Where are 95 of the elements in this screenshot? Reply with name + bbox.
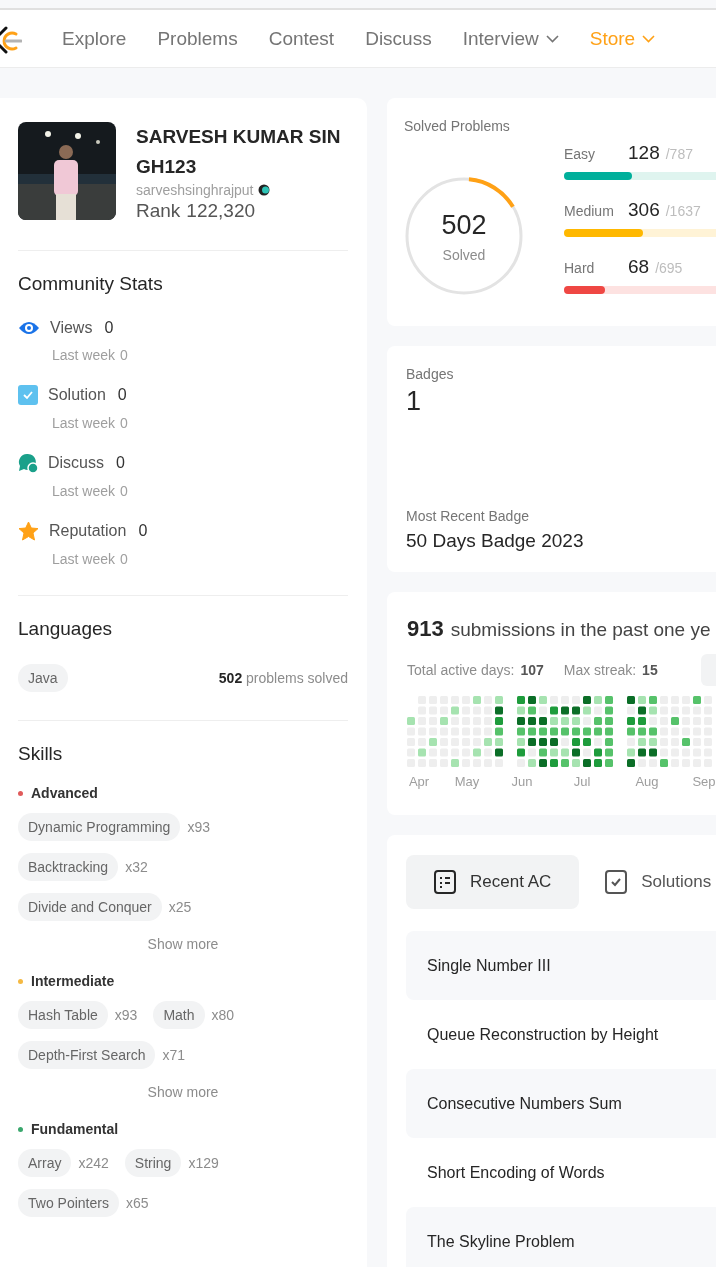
section-title: Community Stats [18,273,164,295]
problem-row[interactable]: Queue Reconstruction by Height [406,1000,716,1069]
skill-tag[interactable]: Array [18,1149,72,1177]
recent-badge-label: Most Recent Badge [406,508,530,524]
submissions-text: submissions in the past one ye [450,619,711,641]
user-name: SARVESH KUMAR SINGH123 [136,125,342,179]
tab[interactable]: Recent AC [406,855,580,909]
eye-icon [18,320,40,336]
nav-link[interactable]: Problems [157,27,238,50]
show-more-link[interactable]: Show more [147,1084,219,1100]
active-days-label: Total active days: [407,662,515,678]
last-week-value: 0 [120,415,128,431]
nav-link[interactable]: Interview [462,27,559,50]
card-title: Solved Problems [404,118,511,134]
problem-row[interactable]: Single Number III [406,931,716,1000]
month-label: Jul [573,774,591,789]
stat-label: Views [50,319,93,337]
checkbox-icon [605,870,628,894]
badge-icon [257,184,270,196]
skill-tag[interactable]: Divide and Conquer [18,893,162,921]
last-week-value: 0 [120,483,128,499]
tag-count: x129 [188,1155,219,1171]
language-tag[interactable]: Java [18,664,68,692]
difficulty-solved: 68 [628,256,650,278]
star-icon [18,521,39,541]
section-title: Languages [18,618,114,640]
skill-tag[interactable]: String [124,1149,182,1177]
tag-count: x93 [114,1007,138,1023]
card-title: Badges [406,366,455,382]
last-week-label: Last week [52,483,116,499]
rank-label: Rank [136,200,181,222]
last-week-value: 0 [120,347,128,363]
skill-level: Advanced [31,785,98,801]
list-icon [434,870,456,894]
last-week-label: Last week [52,551,116,567]
stat-value: 0 [116,454,125,472]
max-streak-value: 15 [642,662,658,678]
difficulty-total: /787 [665,146,693,162]
stat-label: Reputation [49,522,127,540]
tag-count: x80 [211,1007,235,1023]
submission-count: 913 [407,616,444,642]
tag-count: x242 [78,1155,109,1171]
show-more-link[interactable]: Show more [147,936,219,952]
username: sarveshsinghrajput [136,182,254,198]
last-week-label: Last week [52,347,116,363]
stat-label: Discuss [48,454,104,472]
problems-solved-text: 502 problems solved [218,670,348,686]
month-label: Sep [692,774,716,789]
skill-tag[interactable]: Depth-First Search [18,1041,156,1069]
active-days-value: 107 [520,662,544,678]
difficulty-total: /1637 [665,203,701,219]
checkbox-icon [18,385,38,405]
nav-link[interactable]: Discuss [365,27,432,50]
tag-count: x25 [168,899,192,915]
difficulty-total: /695 [655,260,683,276]
chat-bubbles-icon [18,453,38,473]
section-title: Skills [18,743,64,765]
difficulty-solved: 306 [628,199,660,221]
stat-value: 0 [117,386,127,404]
skill-tag[interactable]: Backtracking [18,853,119,881]
badge-name: 50 Days Badge 2023 [406,530,585,552]
last-week-label: Last week [52,415,116,431]
stat-value: 0 [138,522,148,540]
month-label: Jun [511,774,533,789]
difficulty-solved: 128 [628,142,660,164]
month-label: Apr [408,774,430,789]
tag-count: x32 [125,859,148,875]
month-label: Aug [635,774,659,789]
nav-link[interactable]: Explore [62,27,127,50]
stat-label: Solution [48,386,106,404]
badge-count: 1 [406,386,423,417]
tag-count: x93 [187,819,210,835]
last-week-value: 0 [120,551,128,567]
problem-row[interactable]: Short Encoding of Words [406,1138,716,1207]
nav-link[interactable]: Contest [268,27,335,50]
skill-tag[interactable]: Dynamic Programming [18,813,181,841]
problem-row[interactable]: Consecutive Numbers Sum [406,1069,716,1138]
month-label: May [454,774,480,789]
solved-count: 502 [441,209,487,241]
difficulty-label: Hard [564,260,596,276]
skill-level: Fundamental [31,1121,119,1137]
skill-tag[interactable]: Two Pointers [18,1189,119,1217]
skill-tag[interactable]: Hash Table [18,1001,108,1029]
skill-level: Intermediate [31,973,115,989]
max-streak-label: Max streak: [563,662,637,678]
tag-count: x65 [125,1195,149,1211]
difficulty-label: Medium [564,203,615,219]
rank-value: 122,320 [186,200,256,222]
tag-count: x71 [162,1047,186,1063]
problem-row[interactable]: The Skyline Problem [406,1207,716,1267]
difficulty-label: Easy [564,146,597,162]
skill-tag[interactable]: Math [153,1001,205,1029]
solved-label: Solved [442,246,486,263]
stat-value: 0 [104,319,114,337]
tab[interactable]: Solutions [605,855,716,909]
